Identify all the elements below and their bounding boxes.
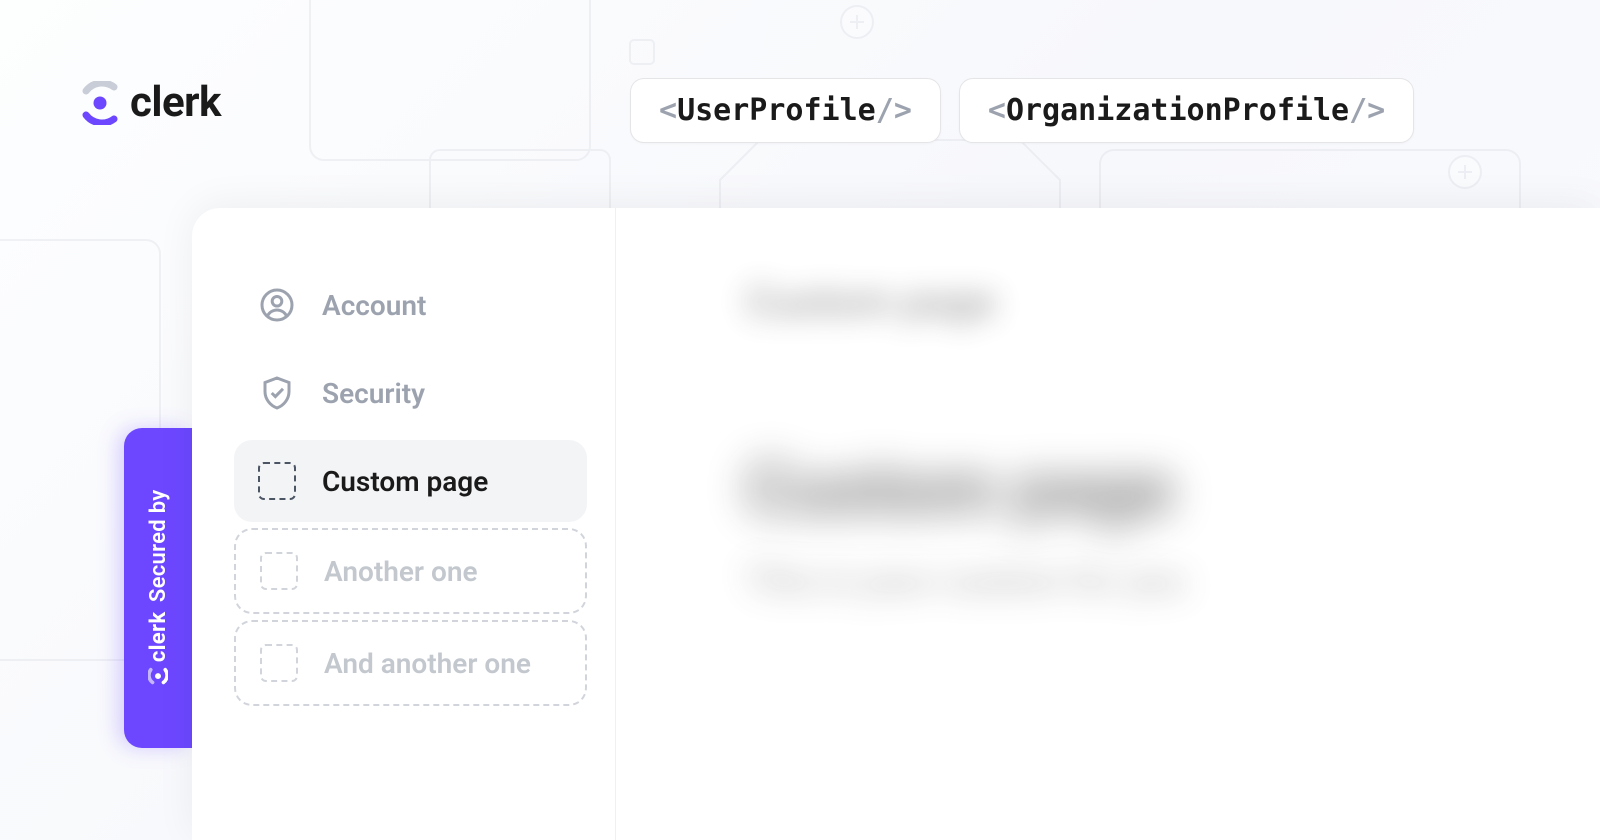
content-large-heading: Custom page	[746, 447, 1600, 532]
sidebar-item-security[interactable]: Security	[234, 352, 587, 434]
userprofile-component-name: UserProfile	[677, 93, 876, 128]
sidebar-item-label: Security	[322, 377, 425, 410]
sidebar-item-account[interactable]: Account	[234, 264, 587, 346]
secured-by-prefix: Secured by	[146, 489, 171, 602]
placeholder-icon	[260, 644, 298, 682]
content-subtitle: This is your custom for you	[746, 560, 1600, 602]
secured-by-badge[interactable]: clerk Secured by	[124, 428, 192, 748]
profile-card: Account Security Custom page Another one	[192, 208, 1600, 840]
organizationprofile-component-name: OrganizationProfile	[1006, 93, 1349, 128]
placeholder-icon	[258, 462, 296, 500]
organizationprofile-component-pill[interactable]: <OrganizationProfile/>	[959, 78, 1414, 143]
sidebar-item-and-another-one[interactable]: And another one	[234, 620, 587, 706]
sidebar-item-custom-page[interactable]: Custom page	[234, 440, 587, 522]
sidebar-item-label: Account	[322, 289, 426, 322]
component-pills: <UserProfile/> <OrganizationProfile/>	[630, 78, 1414, 143]
clerk-badge-icon: clerk	[146, 612, 171, 686]
main-content: Custom page Custom page This is your cus…	[616, 208, 1600, 840]
sidebar-item-label: Custom page	[322, 465, 488, 498]
content-small-heading: Custom page	[746, 278, 1600, 327]
sidebar-item-another-one[interactable]: Another one	[234, 528, 587, 614]
sidebar-item-label: And another one	[324, 647, 531, 680]
brand-logo: clerk	[78, 78, 221, 127]
brand-name: clerk	[130, 78, 221, 127]
secured-by-brand: clerk	[146, 612, 171, 662]
userprofile-component-pill[interactable]: <UserProfile/>	[630, 78, 941, 143]
user-icon	[258, 286, 296, 324]
shield-icon	[258, 374, 296, 412]
sidebar-item-label: Another one	[324, 555, 478, 588]
sidebar: Account Security Custom page Another one	[192, 208, 616, 840]
clerk-logo-icon	[78, 81, 122, 125]
placeholder-icon	[260, 552, 298, 590]
